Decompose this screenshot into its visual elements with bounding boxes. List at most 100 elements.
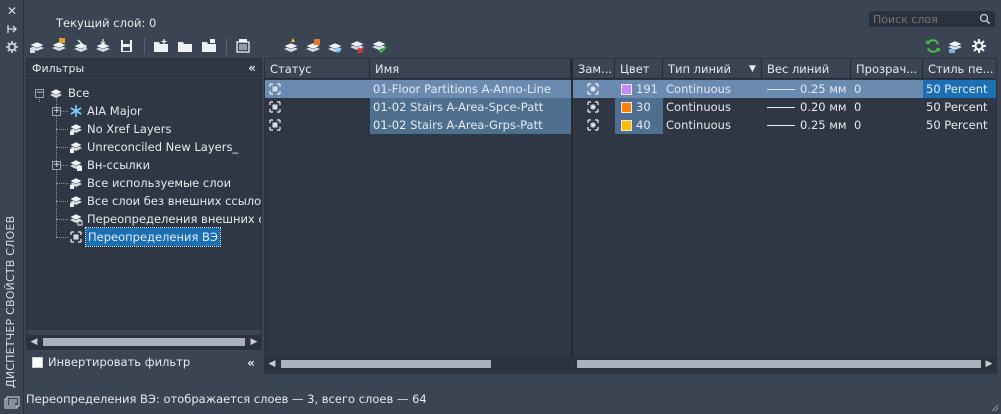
column-freeze[interactable]: Зам... — [573, 59, 615, 79]
linetype-cell[interactable]: Continuous — [663, 80, 762, 98]
column-status[interactable]: Статус — [265, 59, 370, 79]
filters-panel: Фильтры « − Все + AIA Major No Xref Laye… — [26, 58, 262, 350]
table-row[interactable]: 01-Floor Partitions A-Anno-Line 191 Cont… — [265, 80, 996, 98]
grid-left-hscrollbar[interactable]: ◀ — [265, 357, 571, 371]
layer-walk-icon[interactable] — [94, 37, 112, 55]
scroll-thumb[interactable] — [577, 360, 981, 368]
column-color[interactable]: Цвет — [615, 59, 663, 79]
refresh-icon[interactable] — [924, 37, 942, 55]
transparency-cell[interactable]: 0 — [851, 98, 923, 116]
plot-style-cell[interactable]: 50 Percent — [923, 80, 996, 98]
resize-grip-icon[interactable] — [989, 402, 999, 412]
column-lineweight[interactable]: Вес линий — [762, 59, 851, 79]
scroll-thumb[interactable] — [43, 338, 245, 346]
tree-item-unreconciled[interactable]: Unreconciled New Layers_ — [27, 138, 261, 156]
new-layer-icon[interactable] — [282, 37, 300, 55]
save-icon[interactable] — [118, 37, 136, 55]
vp-freeze-icon — [587, 101, 599, 113]
layer-name[interactable]: 01-02 Stairs A-Area-Grps-Patt — [370, 116, 571, 134]
close-icon[interactable]: ✕ — [5, 4, 19, 18]
color-cell[interactable]: 30 — [615, 98, 663, 116]
color-swatch — [621, 102, 632, 113]
column-linetype[interactable]: Тип линий ▼ — [663, 59, 762, 79]
grid-header: Статус Имя Зам... Цвет Тип линий ▼ Вес л… — [265, 59, 996, 79]
new-property-filter-icon[interactable] — [28, 37, 46, 55]
status-cell — [265, 98, 370, 116]
property-filter-icon — [69, 176, 83, 190]
expand-toggle[interactable]: + — [52, 107, 61, 116]
tree-item-vp-overrides[interactable]: Переопределения ВЭ — [27, 227, 261, 247]
autohide-icon[interactable] — [5, 22, 19, 36]
grid-right-hscrollbar[interactable]: ▶ — [573, 357, 996, 371]
tree-item-label: Все используемые слои — [87, 176, 232, 190]
transparency-cell[interactable]: 0 — [851, 116, 923, 134]
layer-states-icon[interactable] — [72, 37, 90, 55]
new-folder-icon[interactable] — [152, 37, 170, 55]
xref-override-icon — [69, 212, 83, 226]
lineweight-cell[interactable]: 0.25 мм — [762, 80, 851, 98]
layer-list-icon[interactable] — [234, 37, 252, 55]
search-input[interactable] — [870, 12, 976, 26]
freeze-cell[interactable] — [573, 116, 615, 134]
search-box[interactable] — [869, 11, 995, 27]
invert-filter-label: Инвертировать фильтр — [48, 355, 191, 369]
new-layer-vp-frozen-icon[interactable] — [326, 37, 344, 55]
column-linetype-label: Тип линий — [668, 62, 731, 76]
xref-filter-icon — [69, 158, 83, 172]
freeze-cell[interactable] — [573, 80, 615, 98]
collapse-toggle[interactable]: − — [35, 89, 44, 98]
filters-hscrollbar[interactable]: ◀ ▶ — [27, 335, 261, 349]
tree-item-no-xref[interactable]: No Xref Layers — [27, 120, 261, 138]
scroll-right-icon[interactable]: ▶ — [982, 357, 996, 371]
column-transparency[interactable]: Прозрач... — [851, 59, 923, 79]
tree-item-aia-major[interactable]: + AIA Major — [27, 102, 261, 120]
vp-freeze-icon — [587, 119, 599, 131]
layer-name[interactable]: 01-Floor Partitions A-Anno-Line — [370, 80, 571, 98]
collapse-filters-icon[interactable]: « — [245, 61, 259, 75]
settings-gear-icon[interactable] — [970, 37, 988, 55]
invert-filter-checkbox[interactable] — [32, 357, 43, 368]
scroll-left-icon[interactable]: ◀ — [265, 357, 279, 371]
scroll-left-icon[interactable]: ◀ — [27, 335, 41, 349]
expand-toggle[interactable]: + — [52, 161, 61, 170]
linetype-cell[interactable]: Continuous — [663, 98, 762, 116]
viewport-override-icon — [69, 230, 83, 244]
lineweight-cell[interactable]: 0.20 мм — [762, 98, 851, 116]
column-plot-style[interactable]: Стиль пе... — [923, 59, 996, 79]
search-icon[interactable] — [979, 13, 991, 25]
status-cell — [265, 80, 370, 98]
tree-item-xrefs[interactable]: + Вн-ссылки — [27, 156, 261, 174]
filters-title: Фильтры — [32, 62, 85, 75]
color-cell[interactable]: 191 — [615, 80, 663, 98]
status-bar-text: Переопределения ВЭ: отображается слоев —… — [26, 392, 427, 406]
grid-splitter[interactable] — [571, 59, 573, 359]
collapse-panel-icon[interactable]: « — [244, 356, 258, 370]
gear-icon[interactable] — [5, 40, 19, 54]
new-layer-frozen-icon[interactable] — [304, 37, 322, 55]
set-current-icon[interactable] — [370, 37, 388, 55]
freeze-cell[interactable] — [573, 98, 615, 116]
linetype-cell[interactable]: Continuous — [663, 116, 762, 134]
plot-style-cell[interactable]: 50 Percent — [923, 98, 996, 116]
open-folder-icon[interactable] — [176, 37, 194, 55]
scroll-thumb[interactable] — [281, 360, 491, 368]
folder-filter-icon[interactable] — [200, 37, 218, 55]
color-cell[interactable]: 40 — [615, 116, 663, 134]
tree-item-all[interactable]: − Все — [27, 84, 261, 102]
viewport-override-icon — [269, 119, 281, 131]
layer-name[interactable]: 01-02 Stairs A-Area-Spce-Patt — [370, 98, 571, 116]
table-row[interactable]: 01-02 Stairs A-Area-Spce-Patt 30 Continu… — [265, 98, 996, 116]
table-row[interactable]: 01-02 Stairs A-Area-Grps-Patt 40 Continu… — [265, 116, 996, 134]
layer-settings-icon[interactable] — [946, 37, 964, 55]
tree-item-no-xref-layers[interactable]: Все слои без внешних ссылок — [27, 192, 261, 210]
column-name[interactable]: Имя — [370, 59, 571, 79]
lineweight-cell[interactable]: 0.25 мм — [762, 116, 851, 134]
new-group-filter-icon[interactable] — [50, 37, 68, 55]
plot-style-cell[interactable]: 50 Percent — [923, 116, 996, 134]
tree-item-xref-overrides[interactable]: Переопределения внешних ссылок — [27, 210, 261, 228]
tree-item-used-layers[interactable]: Все используемые слои — [27, 174, 261, 192]
delete-layer-icon[interactable] — [348, 37, 366, 55]
tree-item-label: Переопределения внешних ссылок — [87, 212, 261, 226]
transparency-cell[interactable]: 0 — [851, 80, 923, 98]
scroll-right-icon[interactable]: ▶ — [247, 335, 261, 349]
